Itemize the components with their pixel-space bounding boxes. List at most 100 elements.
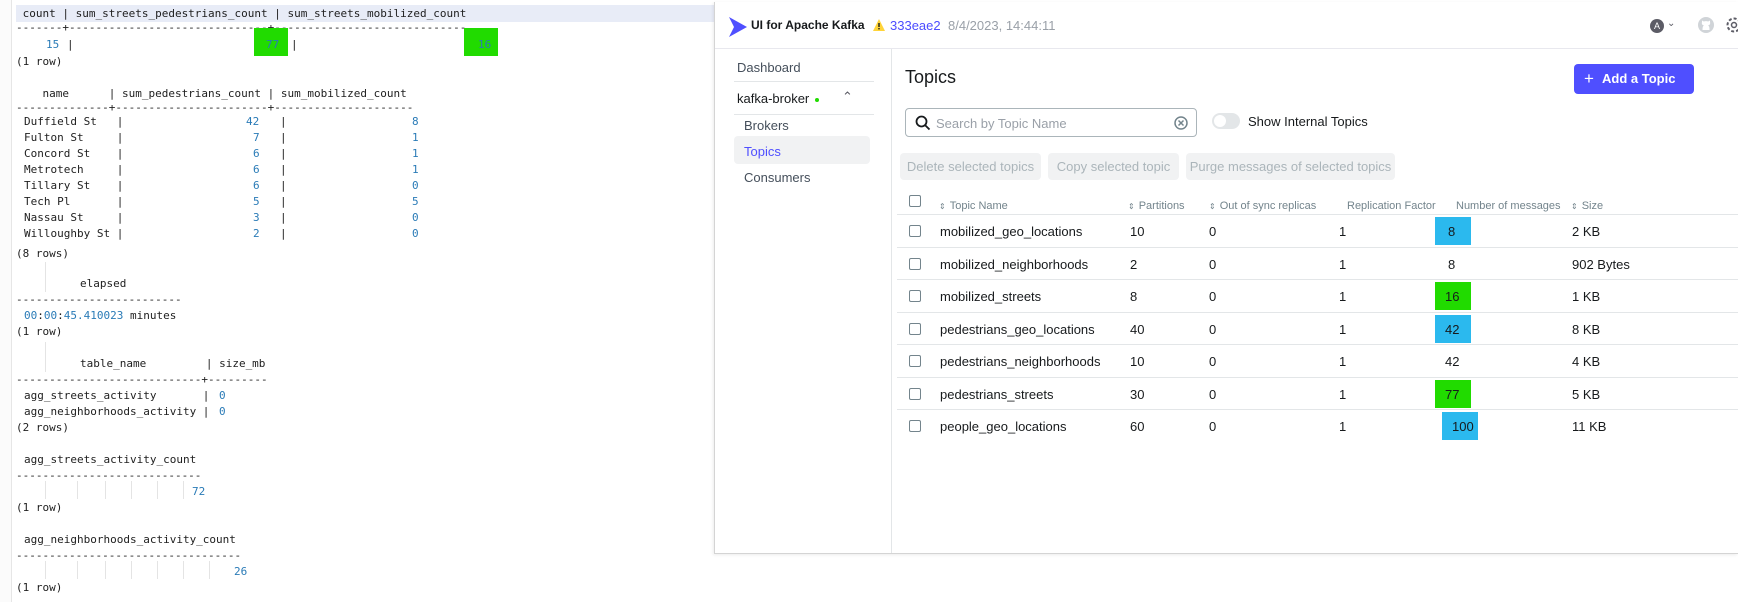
purge-messages-button[interactable]: Purge messages of selected topics [1186,153,1395,180]
chevron-up-icon[interactable]: ⌃ [842,89,853,105]
add-topic-button[interactable]: + Add a Topic [1574,64,1694,94]
topic-name-link[interactable]: pedestrians_geo_locations [940,322,1095,337]
clear-search-icon[interactable] [1174,116,1188,130]
topic-name-link[interactable]: pedestrians_neighborhoods [940,354,1100,369]
row-checkbox[interactable] [909,225,921,237]
settings-gear-icon[interactable] [1725,16,1738,34]
plus-icon: + [1584,69,1594,88]
chevron-down-icon[interactable]: ⌄ [1667,18,1675,29]
table-row[interactable]: mobilized_streets 8 0 1 16 1 KB [897,279,1738,311]
sidebar-item-cluster[interactable]: kafka-broker [737,91,819,106]
copy-selected-topic-button[interactable]: Copy selected topic [1048,153,1179,180]
q2-row-mob: 1 [412,147,419,160]
column-header-size[interactable]: ⇕ Size [1571,200,1603,212]
grid-line [131,481,132,499]
messages-count: 8 [1448,256,1456,272]
sidebar-item-dashboard[interactable]: Dashboard [737,60,801,75]
row-checkbox[interactable] [909,387,921,400]
topic-name-link[interactable]: mobilized_geo_locations [940,224,1082,239]
replication-cell: 1 [1339,419,1347,434]
grid-line [209,561,210,579]
q5-separator: ---------------------------- [16,469,202,482]
partitions-cell: 10 [1130,354,1145,369]
grid-line [183,561,184,579]
q1-count-value: 15 [46,38,60,51]
grid-line [45,342,46,372]
sidebar-divider [734,81,874,82]
column-header-topic-name[interactable]: ⇕ Topic Name [939,200,1008,212]
q2-row-pipe: | [280,227,287,240]
q2-row-ped: 7 [253,131,260,144]
messages-cell: 77 [1435,379,1471,408]
q2-row-pipe: | [280,163,287,176]
select-all-checkbox[interactable] [909,195,921,207]
messages-cell: 100 [1442,412,1478,440]
messages-count: 77 [1445,386,1460,402]
topic-name-link[interactable]: pedestrians_streets [940,387,1053,402]
table-row[interactable]: people_geo_locations 60 0 1 100 11 KB [897,409,1738,441]
topic-name-link[interactable]: mobilized_neighborhoods [940,257,1088,272]
version-link[interactable]: 333eae2 [890,18,941,33]
topics-page: Topics + Add a Topic Show Internal Topic… [892,49,1738,553]
topic-name-link[interactable]: people_geo_locations [940,419,1067,434]
row-checkbox[interactable] [909,290,921,302]
column-label: Partitions [1138,200,1185,212]
table-row[interactable]: pedestrians_geo_locations 40 0 1 42 8 KB [897,311,1738,344]
row-checkbox[interactable] [909,420,921,432]
q3-footer: (1 row) [16,325,63,338]
top-navbar: UI for Apache Kafka 333eae2 8/4/2023, 14… [715,2,1738,49]
delete-selected-topics-button[interactable]: Delete selected topics [900,153,1041,180]
out-of-sync-cell: 0 [1209,354,1217,369]
out-of-sync-cell: 0 [1209,386,1217,402]
column-header-partitions[interactable]: ⇕ Partitions [1128,200,1185,212]
q6-value: 26 [234,565,248,578]
q5-value: 72 [192,485,206,498]
out-of-sync-cell: 0 [1209,224,1217,239]
warning-icon [873,19,885,31]
sort-icon: ⇕ [939,202,946,211]
sidebar-item-consumers[interactable]: Consumers [744,170,810,185]
topic-search-box[interactable] [905,108,1197,137]
messages-count: 42 [1445,354,1460,369]
column-header-messages: Number of messages [1456,200,1561,212]
q3-header: elapsed [80,277,127,290]
show-internal-topics-label: Show Internal Topics [1248,114,1368,129]
q3-unit: minutes [123,309,177,322]
table-row[interactable]: pedestrians_neighborhoods 10 0 1 42 4 KB [897,344,1738,376]
table-row[interactable]: mobilized_neighborhoods 2 0 1 8 902 Bytes [897,246,1738,279]
brand-name[interactable]: UI for Apache Kafka [751,18,865,32]
sidebar-item-brokers[interactable]: Brokers [744,118,789,133]
q2-row-ped: 6 [253,163,260,176]
q2-separator: --------------+-----------------------+-… [16,101,414,114]
row-checkbox[interactable] [909,355,921,367]
topic-search-input[interactable] [936,114,1166,132]
table-row[interactable]: mobilized_geo_locations 10 0 1 8 2 KB [897,214,1738,246]
q5-footer: (1 row) [16,501,63,514]
size-cell: 8 KB [1572,321,1601,337]
kafka-ui-logo-icon[interactable] [727,15,749,39]
q3-separator: ------------------------- [16,293,182,306]
q6-header: agg_neighborhoods_activity_count [24,533,236,546]
q2-row-name: Fulton St | [24,131,124,144]
table-row[interactable]: pedestrians_streets 30 0 1 77 5 KB [897,376,1738,409]
column-label: Topic Name [949,200,1008,212]
row-checkbox[interactable] [909,257,921,270]
grid-line [77,561,78,579]
sidebar-item-topics[interactable]: Topics [744,144,781,159]
github-icon[interactable] [1697,16,1715,34]
q2-row-ped: 6 [253,179,260,192]
q3-minutes: 00 [43,309,58,322]
q2-footer: (8 rows) [16,247,69,260]
q1-header: count | sum_streets_pedestrians_count | … [16,7,467,20]
user-avatar-icon[interactable]: A [1650,19,1664,33]
column-header-out-of-sync[interactable]: ⇕ Out of sync replicas [1209,200,1316,212]
q2-row-pipe: | [280,179,287,192]
q2-row-mob: 8 [412,115,419,128]
partitions-cell: 30 [1130,386,1145,402]
row-checkbox[interactable] [909,322,921,335]
topic-name-link[interactable]: mobilized_streets [940,289,1041,304]
q2-row-ped: 2 [253,227,260,240]
q1-mob-value: 16 [478,38,492,51]
show-internal-topics-toggle[interactable] [1212,113,1240,129]
replication-cell: 1 [1339,354,1347,369]
